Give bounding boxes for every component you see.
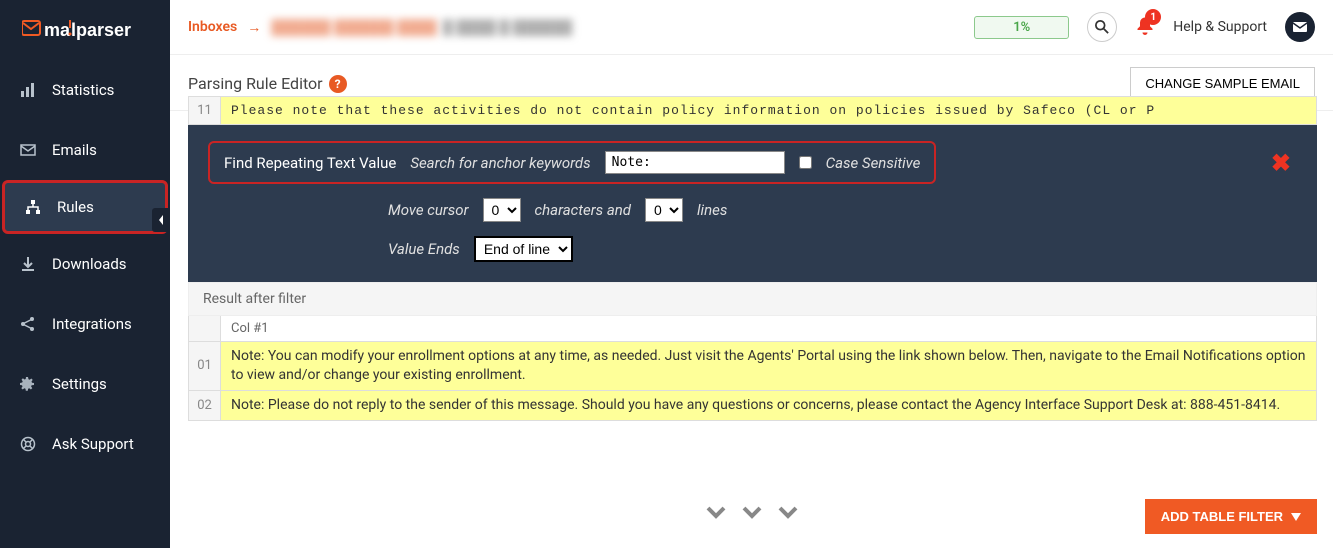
sidebar-item-rules[interactable]: Rules: [2, 180, 168, 234]
case-sensitive-checkbox[interactable]: [799, 156, 812, 169]
search-label: Search for anchor keywords: [410, 154, 590, 172]
sidebar-item-label: Integrations: [52, 315, 132, 333]
search-icon: [1095, 20, 1109, 34]
rule-panel: Find Repeating Text Value Search for anc…: [188, 125, 1317, 282]
progress-badge[interactable]: 1%: [974, 16, 1069, 39]
row-value: Note: Please do not reply to the sender …: [221, 391, 1316, 420]
sidebar-item-settings[interactable]: Settings: [0, 354, 170, 414]
sidebar-item-downloads[interactable]: Downloads: [0, 234, 170, 294]
button-label: ADD TABLE FILTER: [1161, 509, 1283, 524]
sidebar-item-statistics[interactable]: Statistics: [0, 60, 170, 120]
chevron-down-icon: [706, 506, 726, 520]
svg-text:ma: ma: [44, 20, 71, 40]
table-row: 01 Note: You can modify your enrollment …: [189, 341, 1316, 390]
page-title: Parsing Rule Editor: [188, 74, 323, 93]
row-value: Note: You can modify your enrollment opt…: [221, 342, 1316, 390]
svg-text:lparser: lparser: [71, 20, 131, 40]
sample-line: 11 Please note that these activities do …: [188, 96, 1317, 125]
collapse-sidebar-handle[interactable]: [152, 208, 170, 232]
move-cursor-label: Move cursor: [388, 201, 469, 219]
sidebar: ma lparser Statistics Emails Rules Downl…: [0, 0, 170, 548]
chevron-left-icon: [157, 214, 165, 226]
sidebar-item-label: Emails: [52, 141, 97, 159]
sidebar-item-ask-support[interactable]: Ask Support: [0, 414, 170, 474]
move-lines-select[interactable]: 0: [645, 198, 683, 222]
result-table: Col #1 01 Note: You can modify your enro…: [188, 316, 1317, 421]
move-chars-select[interactable]: 0: [483, 198, 521, 222]
breadcrumb-redacted: █ ████ █ ██████: [443, 19, 572, 36]
caret-down-icon: [1291, 513, 1301, 521]
value-ends-label: Value Ends: [388, 240, 460, 258]
case-sensitive-label: Case Sensitive: [826, 154, 921, 172]
remove-rule-button[interactable]: ✖: [1271, 149, 1297, 177]
sidebar-item-label: Downloads: [52, 255, 127, 273]
sidebar-item-integrations[interactable]: Integrations: [0, 294, 170, 354]
breadcrumb: Inboxes → ██████ ██████ ████ █ ████ █ ██…: [188, 19, 572, 36]
envelope-icon: [20, 142, 38, 158]
chevron-down-icon: [778, 506, 798, 520]
rule-highlight-box: Find Repeating Text Value Search for anc…: [208, 141, 936, 184]
envelope-icon: [1292, 19, 1308, 35]
sidebar-item-label: Rules: [57, 198, 94, 216]
lines-label: lines: [697, 201, 727, 219]
value-ends-select[interactable]: End of line: [474, 236, 573, 262]
help-icon[interactable]: ?: [329, 75, 347, 93]
chevron-down-icon: [742, 506, 762, 520]
topbar: Inboxes → ██████ ██████ ████ █ ████ █ ██…: [170, 0, 1333, 55]
avatar[interactable]: [1285, 12, 1315, 42]
sample-text: Please note that these activities do not…: [221, 97, 1316, 124]
help-link[interactable]: Help & Support: [1173, 19, 1267, 35]
sidebar-item-emails[interactable]: Emails: [0, 120, 170, 180]
download-icon: [20, 256, 38, 272]
result-header: Result after filter: [188, 282, 1317, 316]
breadcrumb-redacted: ██████ ██████ ████: [271, 19, 437, 36]
notification-count: 1: [1145, 9, 1161, 25]
line-number: 11: [189, 97, 221, 124]
logo[interactable]: ma lparser: [0, 0, 170, 60]
content: 11 Please note that these activities do …: [188, 96, 1317, 548]
notifications-button[interactable]: 1: [1135, 15, 1155, 39]
search-button[interactable]: [1087, 12, 1117, 42]
chars-and-label: characters and: [535, 201, 631, 219]
table-row: 02 Note: Please do not reply to the send…: [189, 390, 1316, 420]
main: Inboxes → ██████ ██████ ████ █ ████ █ ██…: [170, 0, 1333, 548]
add-table-filter-button[interactable]: ADD TABLE FILTER: [1145, 499, 1317, 534]
rule-title: Find Repeating Text Value: [224, 154, 396, 172]
anchor-keywords-input[interactable]: [605, 151, 785, 174]
result-column-header: Col #1: [189, 316, 1316, 341]
row-number: 02: [189, 391, 221, 420]
arrow-right-icon: →: [247, 19, 261, 36]
share-icon: [20, 316, 38, 332]
gear-icon: [20, 376, 38, 392]
column-label: Col #1: [221, 316, 1316, 341]
chart-icon: [20, 82, 38, 98]
sidebar-item-label: Statistics: [52, 81, 114, 99]
expand-chevrons[interactable]: [706, 506, 798, 520]
sitemap-icon: [25, 199, 43, 215]
sidebar-item-label: Ask Support: [52, 435, 134, 453]
breadcrumb-root[interactable]: Inboxes: [188, 19, 237, 35]
sidebar-item-label: Settings: [52, 375, 107, 393]
life-ring-icon: [20, 436, 38, 452]
row-number: 01: [189, 342, 221, 390]
